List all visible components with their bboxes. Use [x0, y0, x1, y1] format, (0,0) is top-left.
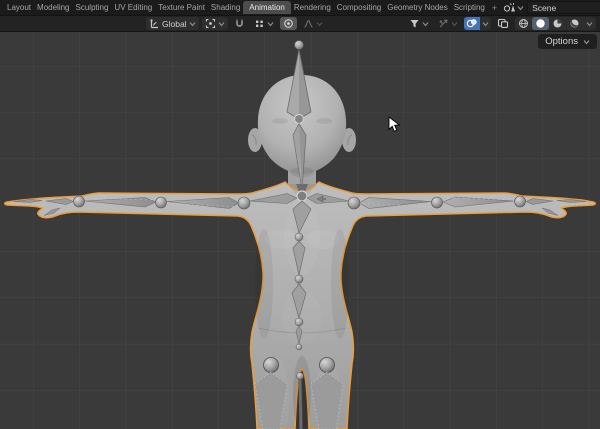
add-workspace-button[interactable]: + — [488, 1, 501, 15]
scene-name-field[interactable]: Scene — [527, 1, 600, 14]
chest-joint[interactable] — [297, 191, 307, 201]
spine-joint-1[interactable] — [295, 233, 303, 241]
overlays-settings-dropdown[interactable] — [480, 17, 491, 30]
wrist-left-joint[interactable] — [74, 196, 85, 207]
shading-rendered-button[interactable] — [566, 17, 583, 30]
transform-snap-group: Global — [146, 17, 326, 30]
scene-browse-button[interactable] — [501, 1, 526, 14]
chevron-down-icon — [517, 5, 524, 11]
scene-icon — [503, 2, 516, 13]
tab-layout[interactable]: Layout — [4, 1, 34, 14]
chevron-down-icon — [451, 21, 458, 27]
crotch-joint[interactable] — [297, 373, 304, 380]
shading-material-button[interactable] — [549, 17, 566, 30]
shoulder-right-joint[interactable] — [348, 197, 360, 209]
show-gizmo-dropdown[interactable] — [435, 17, 461, 30]
pivot-point-dropdown[interactable] — [202, 17, 228, 30]
options-dropdown[interactable]: Options — [538, 34, 597, 49]
viewport-shading-segment — [515, 17, 596, 30]
transform-orientation-dropdown[interactable]: Global — [146, 17, 199, 30]
tab-sculpting[interactable]: Sculpting — [73, 1, 112, 14]
workspace-tab-bar: Layout Modeling Sculpting UV Editing Tex… — [0, 0, 600, 16]
chevron-down-icon — [189, 21, 196, 27]
axes-orientation-icon — [149, 18, 160, 29]
tab-rendering[interactable]: Rendering — [291, 1, 334, 14]
rendered-sphere-icon — [569, 18, 580, 29]
orientation-value: Global — [162, 19, 187, 29]
tab-texture-paint[interactable]: Texture Paint — [155, 1, 208, 14]
3d-viewport[interactable]: Options — [0, 32, 600, 429]
tab-animation[interactable]: Animation — [243, 1, 291, 14]
show-overlays-toggle[interactable] — [464, 17, 480, 30]
snap-dots-icon — [254, 18, 265, 29]
object-visibility-dropdown[interactable] — [406, 17, 432, 30]
chevron-down-icon — [218, 21, 225, 27]
proportional-falloff-dropdown[interactable] — [300, 17, 326, 30]
chevron-down-icon — [422, 21, 429, 27]
falloff-curve-icon — [303, 18, 314, 29]
options-label: Options — [545, 36, 578, 47]
chevron-down-icon — [482, 21, 489, 27]
elbow-left-joint[interactable] — [156, 197, 167, 208]
toggle-xray-button[interactable] — [494, 17, 512, 30]
shoulder-left-joint[interactable] — [238, 197, 250, 209]
scene-canvas — [0, 32, 600, 429]
elbow-right-joint[interactable] — [432, 197, 443, 208]
proportional-editing-toggle[interactable] — [280, 17, 297, 30]
pelvis-joint[interactable] — [295, 318, 303, 326]
tab-scripting[interactable]: Scripting — [451, 1, 488, 14]
shading-solid-button[interactable] — [532, 17, 549, 30]
overlays-icon — [466, 18, 478, 29]
shading-wireframe-button[interactable] — [515, 17, 532, 30]
material-sphere-icon — [552, 18, 563, 29]
head-bone-tip-joint[interactable] — [295, 41, 304, 50]
magnet-icon — [234, 18, 245, 29]
chevron-down-icon — [586, 21, 593, 27]
chevron-down-icon — [267, 21, 274, 27]
spine-joint-2[interactable] — [295, 275, 303, 283]
snap-settings-dropdown[interactable] — [251, 17, 277, 30]
head-base-joint[interactable] — [295, 115, 304, 124]
display-options-group — [406, 17, 596, 30]
funnel-visibility-icon — [409, 18, 420, 29]
hip-right-joint[interactable] — [320, 358, 335, 373]
wrist-right-joint[interactable] — [515, 196, 526, 207]
viewport-header: Global — [0, 16, 600, 32]
wireframe-sphere-icon — [518, 18, 529, 29]
chevron-down-icon — [316, 21, 323, 27]
scene-selector: Scene — [501, 1, 600, 14]
shading-dropdown[interactable] — [583, 17, 596, 30]
tab-uv-editing[interactable]: UV Editing — [111, 1, 155, 14]
gizmo-icon — [438, 18, 449, 29]
pivot-point-icon — [205, 18, 216, 29]
show-overlays-group — [464, 17, 491, 30]
proportional-edit-icon — [283, 18, 294, 29]
hip-left-joint[interactable] — [264, 358, 279, 373]
tab-compositing[interactable]: Compositing — [334, 1, 384, 14]
snap-toggle-button[interactable] — [231, 17, 248, 30]
xray-icon — [497, 18, 509, 29]
solid-sphere-icon — [535, 18, 546, 29]
hips-joint[interactable] — [296, 344, 302, 350]
chevron-down-icon — [583, 39, 590, 45]
tab-modeling[interactable]: Modeling — [34, 1, 72, 14]
blender-window: Layout Modeling Sculpting UV Editing Tex… — [0, 0, 600, 429]
tab-shading[interactable]: Shading — [208, 1, 243, 14]
tab-geometry-nodes[interactable]: Geometry Nodes — [384, 1, 450, 14]
